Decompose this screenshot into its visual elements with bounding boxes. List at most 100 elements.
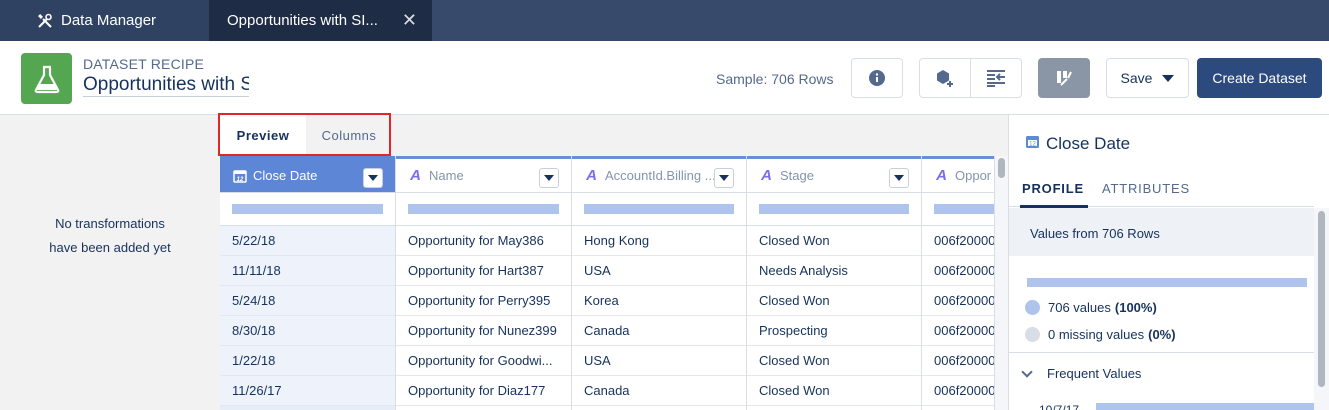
recipe-kind-label: DATASET RECIPE <box>83 56 205 72</box>
table-cell[interactable]: USA <box>572 256 746 286</box>
calendar-icon: 12 <box>1025 134 1040 154</box>
table-cell[interactable]: 5/24/18 <box>220 286 395 316</box>
column-header[interactable]: A Stage <box>747 156 921 193</box>
table-cell[interactable]: Prospecting <box>747 316 921 346</box>
flow-icon <box>1057 71 1072 86</box>
table-cell[interactable]: 5/22/18 <box>220 226 395 256</box>
table-cell[interactable]: Opportunity for Hart387 <box>396 256 571 286</box>
table-cell[interactable]: 8/30/18 <box>220 316 395 346</box>
recipe-name-input[interactable] <box>83 73 249 97</box>
tab-attributes[interactable]: ATTRIBUTES <box>1102 181 1190 196</box>
column-header[interactable]: A AccountId.Billing ... <box>572 156 746 193</box>
table-cell[interactable]: 006f20000 <box>922 346 994 376</box>
save-label: Save <box>1120 70 1153 86</box>
legend-dot <box>1025 300 1040 315</box>
table-cell[interactable]: 006f20000 <box>922 226 994 256</box>
scrollbar-thumb[interactable] <box>1318 211 1325 387</box>
column-profile-bar <box>220 193 395 226</box>
table-cell[interactable]: Closed Won <box>747 346 921 376</box>
table-cell[interactable]: 11/26/17 <box>220 376 395 406</box>
column-opportunity-id[interactable]: A Oppor 006f20000 006f20000 006f20000 00… <box>922 156 994 410</box>
table-cell[interactable]: Opportunity for Diaz177 <box>396 376 571 406</box>
column-header[interactable]: 12 Close Date <box>220 156 395 193</box>
column-name[interactable]: A Name Opportunity for May386 Opportunit… <box>396 156 572 410</box>
table-cell[interactable]: 006f20000 <box>922 256 994 286</box>
column-profile-panel: 12 Close Date PROFILE ATTRIBUTES Values … <box>1008 115 1329 410</box>
table-cell[interactable]: Korea <box>572 286 746 316</box>
add-node-button[interactable] <box>920 59 970 97</box>
chevron-down-icon[interactable] <box>363 168 383 188</box>
table-cell[interactable]: Hong Kong <box>572 226 746 256</box>
chevron-down-icon[interactable] <box>889 168 909 188</box>
values-distribution-bar <box>1027 278 1307 287</box>
values-legend: 706 values (100%) <box>1025 300 1157 315</box>
chevron-down-icon <box>1021 365 1033 378</box>
legend-dot <box>1025 327 1040 342</box>
message-line: No transformations <box>55 216 165 231</box>
data-preview-grid: 12 Close Date 5/22/18 11/11/18 5/24/18 8… <box>220 156 994 410</box>
table-cell[interactable]: Opportunity for Goodwi... <box>396 346 571 376</box>
column-actions-button[interactable] <box>971 59 1021 97</box>
column-stage[interactable]: A Stage Closed Won Needs Analysis Closed… <box>747 156 922 410</box>
frequent-value-label: 10/7/17 <box>1039 403 1080 410</box>
missing-legend: 0 missing values (0%) <box>1025 327 1176 342</box>
top-tab-bar: Data Manager Opportunities with SI... ✕ <box>0 0 1329 41</box>
chevron-down-icon <box>1162 74 1175 82</box>
frequent-values-toggle[interactable]: Frequent Values <box>1021 365 1141 381</box>
table-cell[interactable]: Needs Analysis <box>747 256 921 286</box>
calendar-icon: 12 <box>232 168 247 183</box>
node-button-group <box>919 58 1022 98</box>
table-cell[interactable]: 006f20000 <box>922 316 994 346</box>
table-cell[interactable]: Opportunity for Perry395 <box>396 286 571 316</box>
tab-recipe[interactable]: Opportunities with SI... ✕ <box>209 0 432 41</box>
sample-size: Sample: 706 Rows <box>716 71 834 87</box>
create-dataset-button[interactable]: Create Dataset <box>1197 58 1322 98</box>
column-profile-bar <box>922 193 994 226</box>
table-cell[interactable]: Opportunity for Nunez399 <box>396 316 571 346</box>
tab-label: Data Manager <box>61 12 157 29</box>
values-summary: Values from 706 Rows <box>1009 208 1314 256</box>
flask-icon <box>21 53 72 104</box>
column-profile-bar <box>747 193 921 226</box>
table-cell[interactable]: Canada <box>572 316 746 346</box>
scrollbar-thumb[interactable] <box>998 158 1005 178</box>
tab-profile[interactable]: PROFILE <box>1020 181 1088 208</box>
column-header[interactable]: A Oppor <box>922 156 994 193</box>
recipe-header: DATASET RECIPE Sample: 706 Rows <box>0 41 1329 115</box>
table-cell[interactable]: 11/11/18 <box>220 256 395 286</box>
column-billing-country[interactable]: A AccountId.Billing ... Hong Kong USA Ko… <box>572 156 747 410</box>
message-line: have been added yet <box>49 240 171 255</box>
list-arrow-icon <box>987 70 1005 87</box>
grid-scrollbar[interactable] <box>994 156 1008 410</box>
save-button[interactable]: Save <box>1106 58 1189 98</box>
panel-scrollbar[interactable] <box>1314 208 1329 410</box>
table-cell[interactable]: 006f20000 <box>922 376 994 406</box>
recipe-tool-button[interactable] <box>1038 58 1090 98</box>
column-header[interactable]: A Name <box>396 156 571 193</box>
frequent-value-bar <box>1096 403 1314 410</box>
table-cell[interactable]: USA <box>572 346 746 376</box>
close-icon[interactable]: ✕ <box>402 11 417 29</box>
info-button[interactable] <box>851 58 903 98</box>
table-cell[interactable]: Opportunity for May386 <box>396 226 571 256</box>
panel-title: 12 Close Date <box>1025 134 1130 154</box>
profile-tab-bar: PROFILE ATTRIBUTES <box>1009 173 1314 208</box>
table-cell[interactable]: Closed Won <box>747 226 921 256</box>
table-cell[interactable]: 006f20000 <box>922 286 994 316</box>
tab-data-manager[interactable]: Data Manager <box>0 0 209 41</box>
chevron-down-icon[interactable] <box>539 168 559 188</box>
table-cell[interactable]: 1/22/18 <box>220 346 395 376</box>
chevron-down-icon[interactable] <box>714 168 734 188</box>
empty-transformations-message: No transformations have been added yet <box>0 212 220 260</box>
column-profile-bar <box>572 193 746 226</box>
info-icon <box>869 70 885 86</box>
svg-text:12: 12 <box>1029 142 1036 148</box>
column-profile-bar <box>396 193 571 226</box>
svg-text:12: 12 <box>236 177 243 183</box>
tab-highlight-box <box>218 113 391 156</box>
table-cell[interactable]: Closed Won <box>747 376 921 406</box>
text-type-icon: A <box>410 167 421 184</box>
column-close-date[interactable]: 12 Close Date 5/22/18 11/11/18 5/24/18 8… <box>220 156 396 410</box>
table-cell[interactable]: Canada <box>572 376 746 406</box>
table-cell[interactable]: Closed Won <box>747 286 921 316</box>
